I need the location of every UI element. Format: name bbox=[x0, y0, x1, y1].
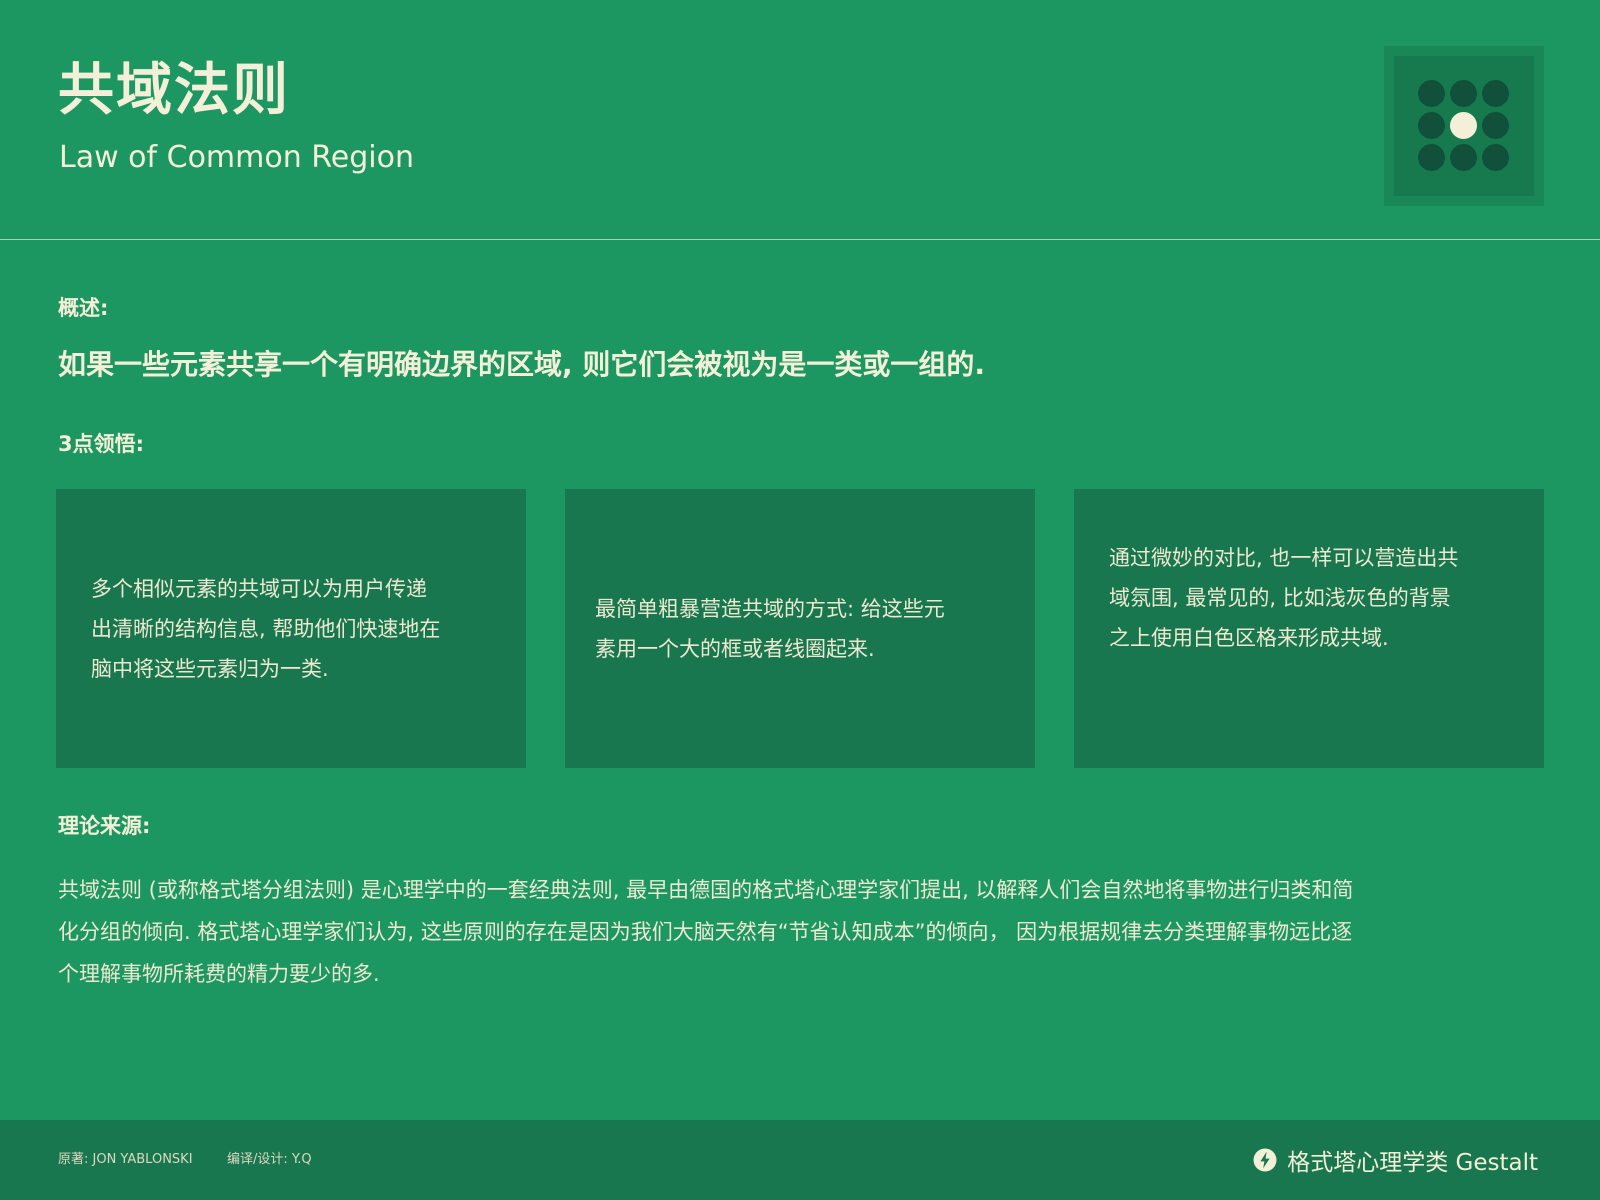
grid-dot bbox=[1482, 144, 1509, 171]
translator-credit: 编译/设计: Y.Q bbox=[227, 1152, 312, 1167]
grid-dot bbox=[1418, 112, 1445, 139]
nine-dot-grid-icon bbox=[1384, 46, 1544, 206]
card-line: 最简单粗暴营造共域的方式: 给这些元 bbox=[595, 596, 945, 621]
card-line: 之上使用白色区格来形成共域. bbox=[1109, 626, 1389, 650]
brand-label: 格式塔心理学类 Gestalt bbox=[1287, 1150, 1538, 1176]
lightning-bolt-icon bbox=[1253, 1148, 1277, 1172]
overview-text: 如果一些元素共享一个有明确边界的区域, 则它们会被视为是一类或一组的. bbox=[58, 348, 986, 381]
grid-dot bbox=[1450, 80, 1477, 107]
card-line: 脑中将这些元素归为一类. bbox=[91, 656, 329, 681]
footer: 原著: JON YABLONSKI 编译/设计: Y.Q 格式塔心理学类 Ges… bbox=[0, 1120, 1600, 1200]
grid-dot bbox=[1418, 80, 1445, 107]
insight-card-2: 最简单粗暴营造共域的方式: 给这些元 素用一个大的框或者线圈起来. bbox=[565, 489, 1035, 768]
card-line: 素用一个大的框或者线圈起来. bbox=[595, 636, 875, 661]
insights-label: 3点领悟: bbox=[58, 432, 145, 456]
header: 共域法则 Law of Common Region bbox=[0, 0, 1600, 240]
logo-inner-panel bbox=[1394, 56, 1534, 196]
grid-dot bbox=[1482, 80, 1509, 107]
grid-dot bbox=[1450, 144, 1477, 171]
overview-label: 概述: bbox=[58, 296, 109, 320]
insight-card-text: 通过微妙的对比, 也一样可以营造出共 域氛围, 最常见的, 比如浅灰色的背景 之… bbox=[1109, 538, 1458, 658]
grid-dot bbox=[1482, 112, 1509, 139]
card-line: 出清晰的结构信息, 帮助他们快速地在 bbox=[91, 616, 441, 641]
grid-dot bbox=[1418, 144, 1445, 171]
insight-card-text: 多个相似元素的共域可以为用户传递 出清晰的结构信息, 帮助他们快速地在 脑中将这… bbox=[91, 569, 440, 689]
insight-card-3: 通过微妙的对比, 也一样可以营造出共 域氛围, 最常见的, 比如浅灰色的背景 之… bbox=[1074, 489, 1544, 768]
source-line: 共域法则 (或称格式塔分组法则) 是心理学中的一套经典法则, 最早由德国的格式塔… bbox=[58, 878, 1354, 902]
source-text: 共域法则 (或称格式塔分组法则) 是心理学中的一套经典法则, 最早由德国的格式塔… bbox=[58, 869, 1548, 995]
header-divider bbox=[0, 239, 1600, 240]
insight-card-1: 多个相似元素的共域可以为用户传递 出清晰的结构信息, 帮助他们快速地在 脑中将这… bbox=[56, 489, 526, 768]
card-line: 多个相似元素的共域可以为用户传递 bbox=[91, 576, 427, 601]
grid-dot-highlighted bbox=[1450, 112, 1477, 139]
source-line: 化分组的倾向. 格式塔心理学家们认为, 这些原则的存在是因为我们大脑天然有“节省… bbox=[58, 920, 1353, 944]
original-author-credit: 原著: JON YABLONSKI bbox=[58, 1152, 193, 1167]
page-title: 共域法则 bbox=[58, 58, 290, 123]
source-line: 个理解事物所耗费的精力要少的多. bbox=[58, 962, 380, 986]
insight-card-text: 最简单粗暴营造共域的方式: 给这些元 素用一个大的框或者线圈起来. bbox=[595, 589, 945, 669]
page-subtitle: Law of Common Region bbox=[59, 140, 414, 175]
source-label: 理论来源: bbox=[58, 814, 151, 838]
card-line: 域氛围, 最常见的, 比如浅灰色的背景 bbox=[1109, 586, 1451, 610]
brand: 格式塔心理学类 Gestalt bbox=[1253, 1140, 1538, 1180]
card-line: 通过微妙的对比, 也一样可以营造出共 bbox=[1109, 546, 1459, 570]
